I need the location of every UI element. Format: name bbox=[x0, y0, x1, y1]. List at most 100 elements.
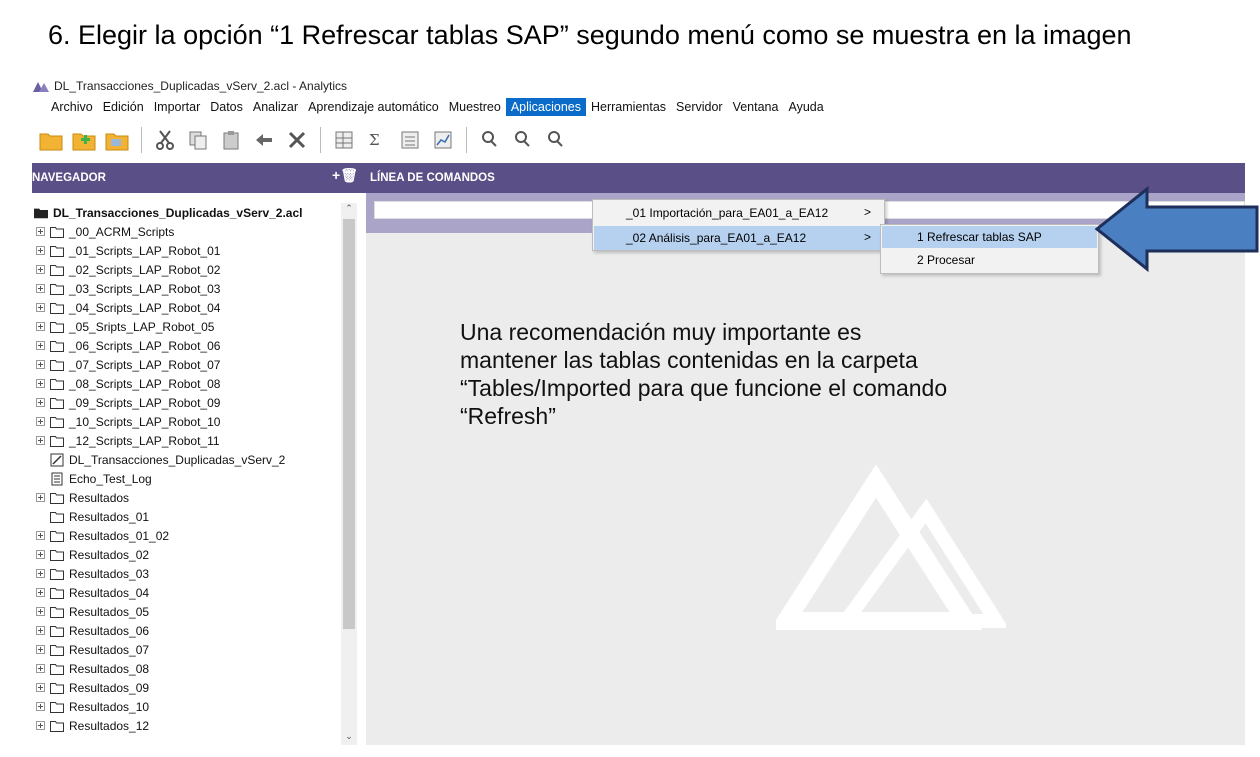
tree-item[interactable]: Resultados_05 bbox=[32, 602, 356, 621]
paste-icon[interactable] bbox=[217, 126, 245, 154]
undo-icon[interactable] bbox=[250, 126, 278, 154]
tree-item[interactable]: Resultados_01 bbox=[32, 507, 356, 526]
menu-muestreo[interactable]: Muestreo bbox=[444, 98, 506, 116]
expand-icon[interactable] bbox=[34, 245, 46, 257]
copy-icon[interactable] bbox=[184, 126, 212, 154]
menu-ventana[interactable]: Ventana bbox=[728, 98, 784, 116]
tree-item[interactable]: Echo_Test_Log bbox=[32, 469, 356, 488]
menu-servidor[interactable]: Servidor bbox=[671, 98, 728, 116]
tree-item[interactable]: _05_Sripts_LAP_Robot_05 bbox=[32, 317, 356, 336]
expand-icon[interactable] bbox=[34, 568, 46, 580]
menu-datos[interactable]: Datos bbox=[205, 98, 248, 116]
tree-item[interactable]: _10_Scripts_LAP_Robot_10 bbox=[32, 412, 356, 431]
tree-item[interactable]: _07_Scripts_LAP_Robot_07 bbox=[32, 355, 356, 374]
scroll-down-icon[interactable]: ⌄ bbox=[341, 731, 357, 745]
expand-icon[interactable] bbox=[34, 321, 46, 333]
menu-herramientas[interactable]: Herramientas bbox=[586, 98, 671, 116]
scroll-up-icon[interactable]: ⌃ bbox=[341, 203, 357, 217]
menu-archivo[interactable]: Archivo bbox=[46, 98, 98, 116]
expand-icon[interactable] bbox=[34, 226, 46, 238]
procesar-item[interactable]: 2 Procesar bbox=[882, 249, 1097, 271]
expand-icon[interactable] bbox=[34, 416, 46, 428]
tree-item-label: _09_Scripts_LAP_Robot_09 bbox=[69, 395, 221, 410]
expand-icon[interactable] bbox=[34, 587, 46, 599]
tree-item[interactable]: _01_Scripts_LAP_Robot_01 bbox=[32, 241, 356, 260]
scrollbar-thumb[interactable] bbox=[343, 219, 355, 629]
statistics-icon[interactable]: Σ bbox=[363, 126, 391, 154]
tree-item[interactable]: _12_Scripts_LAP_Robot_11 bbox=[32, 431, 356, 450]
tree-item-label: _04_Scripts_LAP_Robot_04 bbox=[69, 300, 221, 315]
add-icon[interactable]: +🗑 bbox=[332, 167, 358, 184]
tree-item[interactable]: Resultados_10 bbox=[32, 697, 356, 716]
chart-icon[interactable] bbox=[429, 126, 457, 154]
tree-item[interactable]: Resultados_06 bbox=[32, 621, 356, 640]
search-gaps-icon[interactable] bbox=[542, 126, 570, 154]
menu-item-label: _01 Importación_para_EA01_a_EA12 bbox=[626, 206, 829, 220]
menu-edici-n[interactable]: Edición bbox=[98, 98, 149, 116]
menu-aplicaciones[interactable]: Aplicaciones bbox=[505, 98, 586, 116]
aplicaciones-menu-item[interactable]: _02 Análisis_para_EA01_a_EA12 > bbox=[594, 226, 883, 250]
menu-ayuda[interactable]: Ayuda bbox=[783, 98, 828, 116]
tree-item-label: Resultados_05 bbox=[69, 604, 150, 619]
expand-icon[interactable] bbox=[34, 378, 46, 390]
expand-icon[interactable] bbox=[34, 644, 46, 656]
menu-analizar[interactable]: Analizar bbox=[248, 98, 303, 116]
folder-icon[interactable] bbox=[104, 126, 132, 154]
tree-item[interactable]: Resultados bbox=[32, 488, 356, 507]
expand-icon[interactable] bbox=[34, 359, 46, 371]
expand-icon[interactable] bbox=[34, 625, 46, 637]
command-line-title: LÍNEA DE COMANDOS bbox=[370, 172, 495, 184]
tree-item[interactable]: _04_Scripts_LAP_Robot_04 bbox=[32, 298, 356, 317]
menu-aprendizaje-autom-tico[interactable]: Aprendizaje automático bbox=[303, 98, 444, 116]
instruction-text: 6. Elegir la opción “1 Refrescar tablas … bbox=[48, 20, 1132, 50]
folder-icon bbox=[50, 701, 64, 713]
expand-icon[interactable] bbox=[34, 720, 46, 732]
tree-item[interactable]: _00_ACRM_Scripts bbox=[32, 222, 356, 241]
tree-item-label: Resultados_03 bbox=[69, 566, 150, 581]
expand-icon[interactable] bbox=[34, 530, 46, 542]
expand-icon[interactable] bbox=[34, 264, 46, 276]
table-icon[interactable] bbox=[330, 126, 358, 154]
tree-item[interactable]: Resultados_09 bbox=[32, 678, 356, 697]
delete-icon[interactable] bbox=[283, 126, 311, 154]
note-line: Una recomendación muy importante es bbox=[460, 319, 862, 345]
expand-icon[interactable] bbox=[34, 682, 46, 694]
expand-icon[interactable] bbox=[34, 302, 46, 314]
tree-item[interactable]: _06_Scripts_LAP_Robot_06 bbox=[32, 336, 356, 355]
expand-icon[interactable] bbox=[34, 397, 46, 409]
expand-icon[interactable] bbox=[34, 663, 46, 675]
list-icon[interactable] bbox=[396, 126, 424, 154]
tree-item[interactable]: _09_Scripts_LAP_Robot_09 bbox=[32, 393, 356, 412]
open-folder-icon[interactable] bbox=[38, 126, 66, 154]
search-icon[interactable] bbox=[476, 126, 504, 154]
menu-importar[interactable]: Importar bbox=[149, 98, 206, 116]
expand-icon[interactable] bbox=[34, 435, 46, 447]
tree-item[interactable]: Resultados_03 bbox=[32, 564, 356, 583]
expand-icon[interactable] bbox=[34, 492, 46, 504]
folder-icon bbox=[50, 568, 64, 580]
cut-icon[interactable] bbox=[151, 126, 179, 154]
navigator-scrollbar[interactable]: ⌃ ⌄ bbox=[341, 203, 357, 745]
tree-item[interactable]: _03_Scripts_LAP_Robot_03 bbox=[32, 279, 356, 298]
note-line: “Tables/Imported para que funcione el co… bbox=[460, 375, 948, 401]
tree-item[interactable]: Resultados_12 bbox=[32, 716, 356, 735]
refrescar-tablas-sap-item[interactable]: 1 Refrescar tablas SAP bbox=[882, 226, 1097, 248]
new-project-icon[interactable] bbox=[71, 126, 99, 154]
tree-item[interactable]: DL_Transacciones_Duplicadas_vServ_2 bbox=[32, 450, 356, 469]
expand-icon[interactable] bbox=[34, 549, 46, 561]
tree-item[interactable]: Resultados_04 bbox=[32, 583, 356, 602]
expand-icon[interactable] bbox=[34, 701, 46, 713]
expand-icon[interactable] bbox=[34, 283, 46, 295]
aplicaciones-menu-item[interactable]: _01 Importación_para_EA01_a_EA12 > bbox=[594, 201, 883, 225]
tree-item[interactable]: Resultados_02 bbox=[32, 545, 356, 564]
tree-item[interactable]: _08_Scripts_LAP_Robot_08 bbox=[32, 374, 356, 393]
expand-icon[interactable] bbox=[34, 606, 46, 618]
tree-item[interactable]: Resultados_01_02 bbox=[32, 526, 356, 545]
analisis-submenu: 1 Refrescar tablas SAP 2 Procesar bbox=[880, 224, 1099, 274]
expand-icon[interactable] bbox=[34, 340, 46, 352]
search-seq-icon[interactable] bbox=[509, 126, 537, 154]
tree-item[interactable]: Resultados_07 bbox=[32, 640, 356, 659]
tree-item[interactable]: _02_Scripts_LAP_Robot_02 bbox=[32, 260, 356, 279]
tree-item[interactable]: Resultados_08 bbox=[32, 659, 356, 678]
tree-root-project[interactable]: DL_Transacciones_Duplicadas_vServ_2.acl bbox=[32, 203, 356, 222]
